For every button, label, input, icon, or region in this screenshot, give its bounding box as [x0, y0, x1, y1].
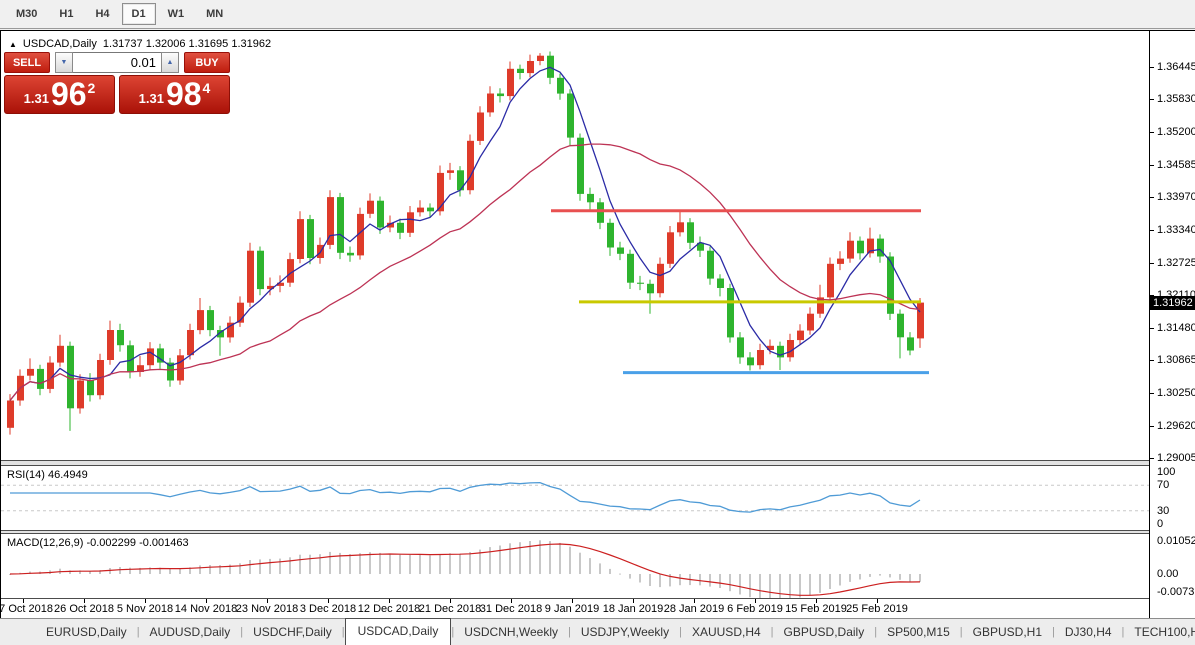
timeframe-button-h4[interactable]: H4 [85, 3, 119, 25]
symbol-tab-usdchf[interactable]: USDCHF,Daily [243, 621, 342, 643]
symbol-tab-usdcad[interactable]: USDCAD,Daily [344, 617, 452, 645]
date-axis-label: 21 Dec 2018 [418, 603, 482, 615]
lot-stepper: ▼ ▲ [55, 52, 179, 73]
timeframe-toolbar: M30 H1 H4 D1 W1 MN [0, 0, 1195, 29]
date-axis-label: 15 Feb 2019 [785, 603, 847, 615]
symbol-tab-sp500[interactable]: SP500,M15 [877, 621, 960, 643]
symbol-tab-xauusd[interactable]: XAUUSD,H4 [682, 621, 771, 643]
price-axis[interactable]: 1.36445 1.35830 1.35200 1.34585 1.33970 1.333… [1149, 31, 1195, 619]
lot-increase-icon[interactable]: ▲ [161, 52, 179, 73]
date-axis-label: 23 Nov 2018 [235, 603, 299, 615]
price-tick [1150, 164, 1154, 166]
price-tick [1150, 360, 1154, 362]
date-axis-label: 25 Feb 2019 [846, 603, 908, 615]
macd-label: MACD(12,26,9) -0.002299 -0.001463 [7, 537, 189, 549]
rsi-axis-label: 30 [1157, 504, 1170, 517]
price-tick [1150, 67, 1154, 68]
price-tick [1150, 458, 1154, 459]
macd-axis-label: 0.00 [1157, 568, 1179, 580]
ohlc-values: 1.31737 1.32006 1.31695 1.31962 [102, 38, 272, 50]
buy-price-big: 98 [165, 75, 202, 112]
rsi-axis-label: 100 [1157, 466, 1176, 478]
buy-button[interactable]: BUY [184, 52, 230, 73]
date-axis[interactable]: 17 Oct 201826 Oct 20185 Nov 201814 Nov 2… [0, 599, 1149, 619]
date-axis-label: 12 Dec 2018 [357, 603, 421, 615]
symbol-tab-usdcnh[interactable]: USDCNH,Weekly [454, 621, 568, 643]
date-axis-label: 14 Nov 2018 [174, 603, 238, 615]
symbol-tab-dj30[interactable]: DJ30,H4 [1055, 621, 1122, 643]
symbol-tab-audusd[interactable]: AUDUSD,Daily [140, 621, 241, 643]
price-axis-label: 1.31480 [1157, 321, 1195, 334]
timeframe-button-w1[interactable]: W1 [158, 3, 195, 25]
trading-terminal: M30 H1 H4 D1 W1 MN ▲ USDCAD,Daily 1.31737 1.3… [0, 0, 1195, 645]
price-tick [1150, 230, 1154, 232]
price-tick [1150, 132, 1154, 134]
buy-price-pip: 4 [202, 80, 211, 96]
price-tick [1150, 392, 1154, 394]
lot-size-input[interactable] [73, 52, 161, 73]
price-tick [1150, 262, 1154, 264]
date-axis-label: 9 Jan 2019 [544, 603, 600, 615]
date-axis-label: 6 Feb 2019 [727, 603, 783, 615]
date-axis-label: 26 Oct 2018 [54, 603, 114, 615]
price-axis-label: 1.35830 [1157, 93, 1195, 106]
timeframe-button-d1[interactable]: D1 [121, 3, 156, 25]
symbol-tab-tech100[interactable]: TECH100,H [1124, 621, 1195, 643]
date-axis-label: 5 Nov 2018 [116, 603, 174, 615]
symbol-title: USDCAD,Daily [22, 38, 97, 50]
symbol-tab-usdjpy[interactable]: USDJPY,Weekly [571, 621, 679, 643]
price-tick [1150, 99, 1154, 101]
symbol-tabbar: EURUSD,Daily | AUDUSD,Daily | USDCHF,Daily | U… [0, 617, 1195, 645]
symbol-tab-gbpusd[interactable]: GBPUSD,Daily [774, 621, 875, 643]
one-click-trading-panel: SELL ▼ ▲ BUY 1.31 96 2 1.31 [4, 52, 230, 114]
macd-pane[interactable]: MACD(12,26,9) -0.002299 -0.001463 [1, 534, 1149, 598]
price-axis-label: 1.36445 [1157, 61, 1195, 73]
price-axis-label: 1.33340 [1157, 224, 1195, 237]
symbol-tab-eurusd[interactable]: EURUSD,Daily [36, 621, 137, 643]
collapse-one-click-icon[interactable]: ▲ [9, 40, 17, 49]
sell-button[interactable]: SELL [4, 52, 50, 73]
rsi-label: RSI(14) 46.4949 [7, 469, 88, 481]
sell-price-pip: 2 [87, 80, 96, 96]
buy-price-prefix: 1.31 [138, 90, 164, 106]
price-axis-label: 1.30250 [1157, 386, 1195, 399]
timeframe-button-mn[interactable]: MN [196, 3, 233, 25]
macd-axis-label: -0.0073 [1157, 586, 1195, 598]
price-axis-label: 1.35200 [1157, 126, 1195, 139]
current-price-badge: 1.31962 [1150, 295, 1195, 310]
price-axis-label: 1.30865 [1157, 354, 1195, 367]
timeframe-button-h1[interactable]: H1 [49, 3, 83, 25]
price-tick [1150, 327, 1154, 329]
main-chart-pane[interactable]: ▲ USDCAD,Daily 1.31737 1.32006 1.31695 1… [1, 31, 1149, 460]
chart-window: ▲ USDCAD,Daily 1.31737 1.32006 1.31695 1… [0, 30, 1195, 619]
price-axis-label: 1.32725 [1157, 256, 1195, 269]
date-axis-label: 17 Oct 2018 [0, 603, 53, 615]
price-axis-label: 1.29620 [1157, 419, 1195, 432]
macd-axis-label: 0.010525 [1157, 535, 1195, 547]
date-axis-label: 31 Dec 2018 [479, 603, 543, 615]
date-axis-label: 18 Jan 2019 [602, 603, 664, 615]
price-tick [1150, 425, 1154, 427]
price-axis-label: 1.33970 [1157, 191, 1195, 204]
rsi-axis-label: 70 [1157, 479, 1170, 492]
sell-price-big: 96 [50, 75, 87, 112]
sell-price-button[interactable]: 1.31 96 2 [4, 75, 115, 114]
date-axis-label: 28 Jan 2019 [663, 603, 725, 615]
price-axis-label: 1.29005 [1157, 452, 1195, 464]
rsi-pane[interactable]: RSI(14) 46.4949 [1, 466, 1149, 530]
symbol-tab-gbpusd[interactable]: GBPUSD,H1 [963, 621, 1052, 643]
price-axis-label: 1.34585 [1157, 158, 1195, 171]
date-axis-label: 3 Dec 2018 [299, 603, 357, 615]
chart-title: ▲ USDCAD,Daily 1.31737 1.32006 1.31695 1… [9, 38, 271, 50]
buy-price-button[interactable]: 1.31 98 4 [119, 75, 230, 114]
price-tick [1150, 197, 1154, 199]
sell-price-prefix: 1.31 [23, 90, 49, 106]
timeframe-button-m30[interactable]: M30 [6, 3, 47, 25]
lot-decrease-icon[interactable]: ▼ [55, 52, 73, 73]
rsi-axis-label: 0 [1157, 518, 1164, 530]
